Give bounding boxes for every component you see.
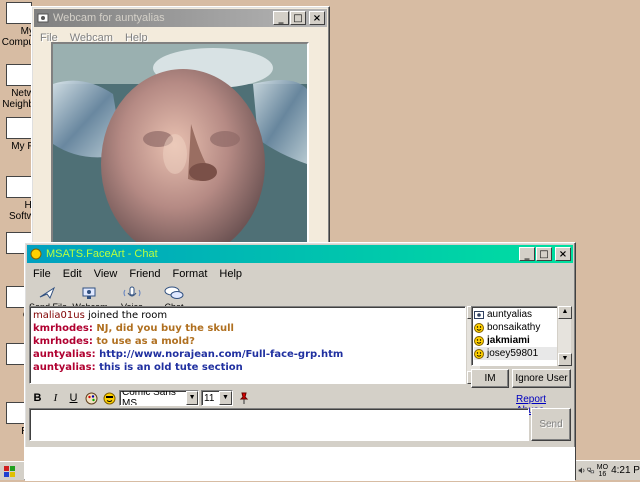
message-text: http://www.norajean.com/Full-face-grp.ht… (95, 349, 344, 360)
desktop-icon-label: Hi Softw (8, 200, 34, 222)
desktop-icon[interactable]: My Compu (0, 2, 34, 48)
userlist-scroll-down[interactable]: ▼ (558, 353, 572, 366)
chat-menubar: File Edit View Friend Format Help (25, 265, 575, 283)
chat-bubble-icon (164, 286, 184, 299)
user-list-item[interactable]: josey59801 (474, 347, 568, 360)
network-icon[interactable] (587, 465, 595, 476)
chat-minimize-button[interactable]: _ (519, 247, 535, 261)
chat-window: MSATS.FaceArt - Chat _ □ × File Edit Vie… (24, 242, 576, 481)
webcam-icon (82, 287, 96, 299)
system-tray: MO 16 4:21 P (576, 460, 640, 480)
chat-message: kmrhodes: NJ, did you buy the skull (33, 322, 462, 335)
lower-panel (25, 447, 575, 481)
chat-menu-view[interactable]: View (88, 268, 124, 280)
chevron-down-icon[interactable]: ▼ (186, 391, 198, 405)
desktop-icon[interactable]: Netw Neighb (0, 64, 34, 110)
smiley-icon (474, 348, 484, 359)
font-name-select[interactable]: Comic Sans MS ▼ (119, 390, 199, 406)
chat-menu-help[interactable]: Help (213, 268, 248, 280)
webcam-user-icon (474, 310, 484, 319)
message-text: this is an old tute section (95, 362, 243, 373)
maximize-button[interactable]: □ (290, 11, 306, 25)
user-name: josey59801 (487, 348, 539, 359)
font-name-value: Comic Sans MS (122, 390, 176, 406)
user-list-item[interactable]: jakmiami (474, 334, 568, 347)
chat-menu-edit[interactable]: Edit (57, 268, 88, 280)
message-compose-input[interactable] (29, 408, 529, 441)
chat-titlebar[interactable]: MSATS.FaceArt - Chat _ □ × (27, 245, 573, 263)
desktop-icon-label: My P (11, 141, 34, 152)
webcam-window-title: Webcam for auntyalias (53, 12, 165, 24)
user-list-item[interactable]: auntyalias (474, 308, 568, 321)
im-button[interactable]: IM (471, 369, 509, 388)
chat-menu-friend[interactable]: Friend (123, 268, 166, 280)
desktop-shortcut-icon (6, 117, 32, 139)
font-size-value: 11 (204, 392, 215, 404)
webcam-video-feed (51, 42, 309, 244)
taskbar-start[interactable] (0, 461, 24, 480)
desktop-shortcut-icon (6, 64, 32, 86)
desktop-icon[interactable]: Hi Softw (0, 176, 34, 222)
send-button[interactable]: Send (531, 408, 571, 441)
webcam-app-icon (36, 11, 50, 25)
minimize-button[interactable]: _ (273, 11, 289, 25)
chat-maximize-button[interactable]: □ (536, 247, 552, 261)
smiley-icon (474, 335, 484, 346)
emoticon-icon[interactable] (101, 390, 118, 406)
microphone-icon (123, 286, 141, 297)
color-palette-icon[interactable] (83, 390, 100, 406)
ignore-user-button[interactable]: Ignore User (512, 369, 571, 388)
chat-message: malia01us joined the room (33, 309, 462, 322)
desktop-shortcut-icon (6, 2, 32, 24)
desktop-icon[interactable]: My P (0, 117, 34, 152)
message-username[interactable]: kmrhodes: (33, 323, 93, 334)
webcam-window: Webcam for auntyalias _ □ × File Webcam … (31, 6, 330, 256)
user-name: jakmiami (487, 335, 530, 346)
message-username[interactable]: auntyalias: (33, 349, 96, 360)
chat-message: auntyalias: http://www.norajean.com/Full… (33, 348, 462, 361)
chat-app-icon (29, 247, 43, 261)
bold-button[interactable]: B (29, 390, 46, 406)
chat-close-button[interactable]: × (555, 247, 571, 261)
windows-logo-icon (4, 466, 15, 477)
font-size-select[interactable]: 11 ▼ (201, 390, 233, 406)
italic-button[interactable]: I (47, 390, 64, 406)
desktop-icon-label: My Compu (1, 26, 34, 48)
chat-menu-file[interactable]: File (27, 268, 57, 280)
message-text: joined the room (84, 310, 168, 321)
tray-clock[interactable]: 4:21 P (611, 465, 640, 476)
desktop-icon-label: Netw Neighb (2, 88, 34, 110)
chevron-down-icon[interactable]: ▼ (219, 391, 232, 405)
user-list[interactable]: auntyalias bonsaikathy jakmiami josey59801 (471, 306, 571, 366)
smiley-icon (474, 322, 484, 333)
webcam-titlebar[interactable]: Webcam for auntyalias _ □ × (34, 9, 327, 27)
message-history[interactable]: malia01us joined the room kmrhodes: NJ, d… (29, 306, 466, 384)
desktop-shortcut-icon (6, 176, 32, 198)
userlist-scrollbar[interactable]: ▲ ▼ (557, 306, 572, 366)
send-file-icon (39, 286, 56, 300)
chat-menu-format[interactable]: Format (167, 268, 214, 280)
message-username[interactable]: kmrhodes: (33, 336, 93, 347)
chat-message: auntyalias: this is an old tute section (33, 361, 462, 374)
message-text: to use as a mold? (92, 336, 195, 347)
user-name: bonsaikathy (487, 322, 541, 333)
pushpin-icon[interactable] (235, 390, 252, 406)
message-text: NJ, did you buy the skull (92, 323, 234, 334)
chat-window-title: MSATS.FaceArt - Chat (46, 248, 158, 260)
message-username[interactable]: auntyalias: (33, 362, 96, 373)
underline-button[interactable]: U (65, 390, 82, 406)
user-name: auntyalias (487, 309, 533, 320)
tray-date: MO 16 (596, 463, 609, 478)
chat-message: kmrhodes: to use as a mold? (33, 335, 462, 348)
speaker-icon[interactable] (578, 465, 585, 476)
userlist-scroll-up[interactable]: ▲ (558, 306, 572, 319)
message-username[interactable]: malia01us (33, 310, 85, 321)
webcam-image (53, 44, 307, 242)
close-button[interactable]: × (309, 11, 325, 25)
user-list-item[interactable]: bonsaikathy (474, 321, 568, 334)
format-toolbar: B I U Comic Sans MS ▼ 11 ▼ (29, 389, 253, 407)
